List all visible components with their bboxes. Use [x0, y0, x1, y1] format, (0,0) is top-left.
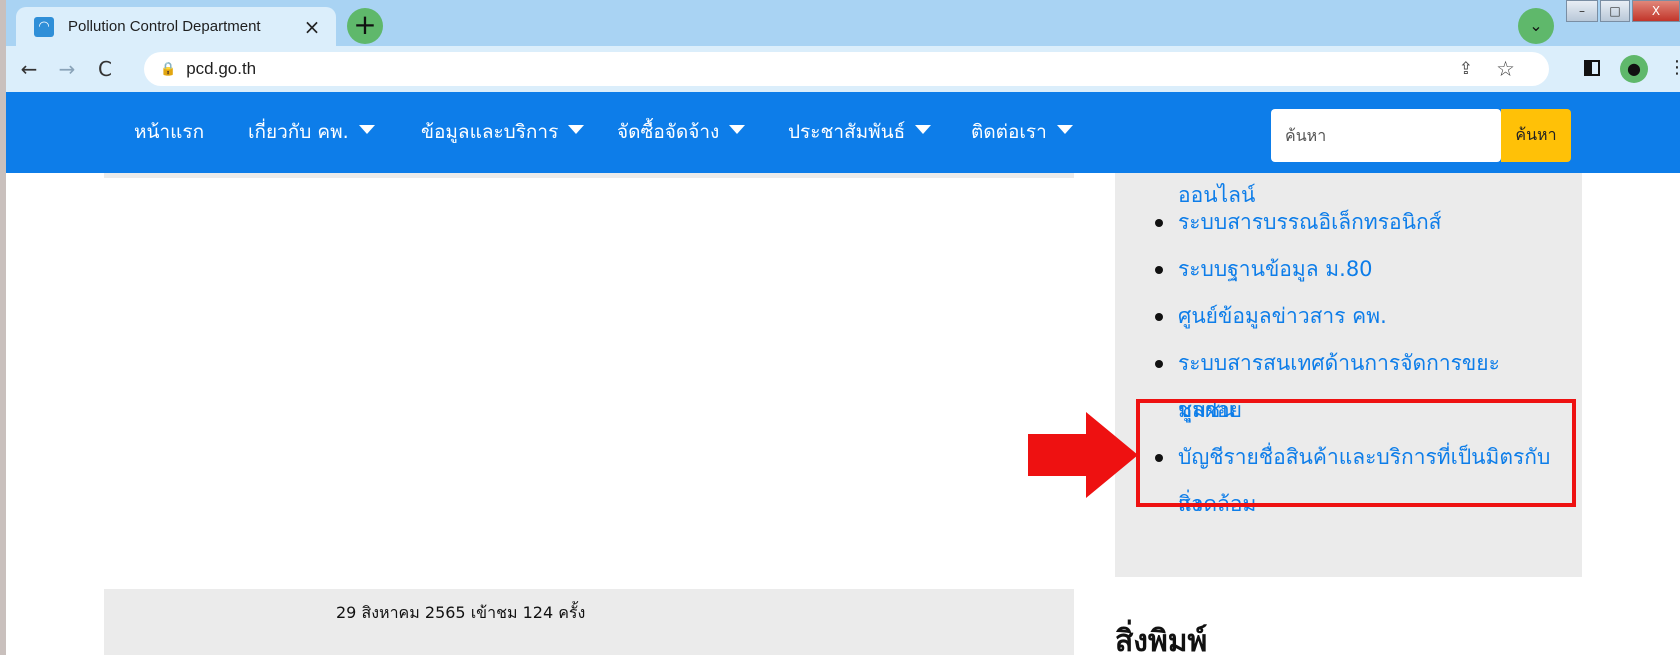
publications-heading: สิ่งพิมพ์ — [1115, 624, 1208, 655]
nav-item-label: ข้อมูลและบริการ — [421, 121, 559, 143]
caret-down-icon — [568, 125, 585, 134]
back-button[interactable]: ← — [14, 57, 44, 81]
bullet-icon — [1155, 219, 1163, 227]
sidebar-link-text[interactable]: ศูนย์ข้อมูลข่าวสาร คพ. — [1178, 293, 1558, 340]
maximize-button[interactable]: □ — [1600, 0, 1630, 22]
visit-counter-bar: 29 สิงหาคม 2565 เข้าชม 124 ครั้ง — [104, 589, 1074, 655]
nav-item-5[interactable]: ติดต่อเรา — [971, 117, 1073, 147]
caret-down-icon — [1056, 125, 1073, 134]
side-panel-icon[interactable] — [1584, 60, 1600, 76]
nav-item-label: หน้าแรก — [134, 121, 205, 143]
browser-toolbar: ← → C 🔒 pcd.go.th ⇪ ☆ — [6, 46, 1680, 92]
reload-button[interactable]: C — [90, 57, 120, 81]
tab-pollution-control[interactable]: ◠ Pollution Control Department × — [16, 7, 336, 46]
caret-down-icon — [729, 125, 746, 134]
minimize-button[interactable]: – — [1566, 0, 1598, 22]
browser-menu-icon[interactable]: ⋮ — [1668, 57, 1680, 78]
close-window-button[interactable]: X — [1632, 0, 1680, 22]
forward-button[interactable]: → — [52, 57, 82, 81]
visit-counter-text: 29 สิงหาคม 2565 เข้าชม 124 ครั้ง — [336, 603, 586, 622]
bullet-icon — [1155, 266, 1163, 274]
site-favicon-icon: ◠ — [34, 16, 54, 37]
sidebar-link-text[interactable]: ระบบสารบรรณอิเล็กทรอนิกส์ — [1178, 199, 1558, 246]
nav-item-label: จัดซื้อจัดจ้าง — [617, 121, 720, 143]
sidebar-link-text[interactable]: ระบบฐานข้อมูล ม.80 — [1178, 246, 1558, 293]
bullet-icon — [1155, 313, 1163, 321]
highlight-box — [1136, 399, 1576, 507]
nav-item-label: เกี่ยวกับ คพ. — [248, 121, 349, 143]
browser-window: ◠ Pollution Control Department × + ⌄ – □… — [6, 0, 1680, 655]
nav-item-2[interactable]: ข้อมูลและบริการ — [421, 117, 585, 147]
sidebar-links-panel: ออนไลน์ ระบบสารบรรณอิเล็กทรอนิกส์ ระบบฐาน… — [1115, 173, 1582, 577]
nav-item-1[interactable]: เกี่ยวกับ คพ. — [248, 117, 375, 147]
new-tab-button[interactable]: + — [347, 8, 383, 44]
nav-item-label: ประชาสัมพันธ์ — [788, 121, 906, 143]
lock-icon[interactable]: 🔒 — [160, 62, 176, 77]
share-icon[interactable]: ⇪ — [1459, 59, 1473, 79]
nav-item-3[interactable]: จัดซื้อจัดจ้าง — [617, 117, 746, 147]
profile-avatar-icon[interactable]: ● — [1620, 55, 1648, 83]
tab-search-button[interactable]: ⌄ — [1518, 8, 1554, 44]
window-controls: – □ X — [1564, 0, 1680, 24]
nav-item-4[interactable]: ประชาสัมพันธ์ — [788, 117, 932, 147]
red-arrow-icon — [1028, 412, 1138, 498]
caret-down-icon — [358, 125, 375, 134]
nav-item-label: ติดต่อเรา — [971, 121, 1047, 143]
main-content-panel — [104, 173, 1074, 178]
bookmark-star-icon[interactable]: ☆ — [1496, 57, 1515, 81]
url-text[interactable]: pcd.go.th — [186, 59, 256, 79]
site-search-input[interactable] — [1271, 109, 1501, 162]
tab-strip: ◠ Pollution Control Department × + ⌄ – □… — [6, 0, 1680, 46]
site-search-button[interactable]: ค้นหา — [1501, 109, 1571, 162]
nav-item-0[interactable]: หน้าแรก — [134, 117, 204, 147]
tab-close-button[interactable]: × — [298, 13, 326, 41]
address-bar[interactable]: 🔒 pcd.go.th ⇪ ☆ — [144, 52, 1549, 86]
bullet-icon — [1155, 360, 1163, 368]
site-navbar: หน้าแรก เกี่ยวกับ คพ. ข้อมูลและบริการ จัดซื… — [6, 92, 1680, 173]
tab-title: Pollution Control Department — [68, 18, 261, 35]
caret-down-icon — [915, 125, 932, 134]
